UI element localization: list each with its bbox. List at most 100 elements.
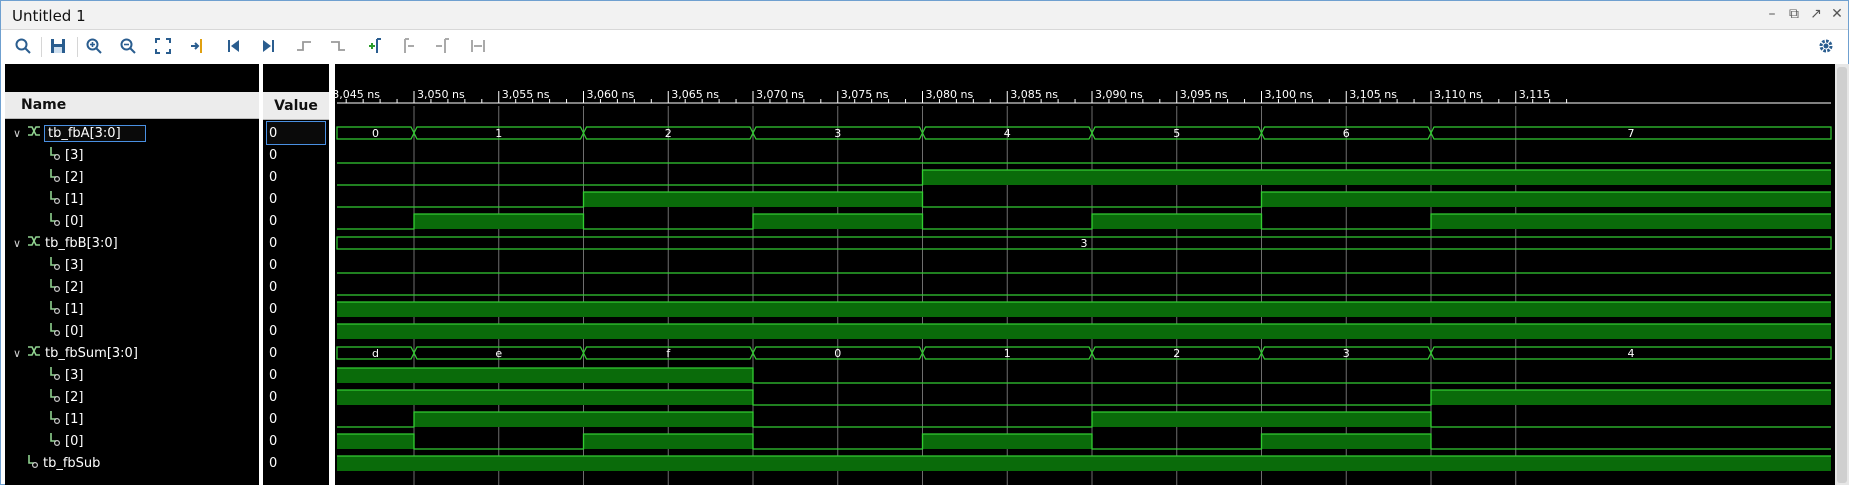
bus-value-label: 0 (834, 347, 841, 360)
waveform-canvas[interactable]: 3,045 ns 3,050 ns 3,055 ns 3,060 ns 3,065 ns… (335, 64, 1835, 485)
signal-row[interactable]: ∨ tb_fbSum[3:0] (13, 342, 138, 364)
bit-high-fill (414, 368, 584, 383)
bus-value-label: 3 (834, 127, 841, 140)
bit-high-fill (1261, 192, 1431, 207)
signal-label: [0] (65, 213, 84, 229)
bus-signal-icon (27, 235, 41, 251)
time-label: 3,070 ns (756, 88, 804, 101)
add-marker-icon[interactable] (361, 34, 387, 58)
signal-row[interactable]: [2] (49, 386, 83, 408)
signal-row[interactable]: [1] (49, 298, 83, 320)
bit-high-fill (414, 390, 584, 405)
go-to-cursor-icon[interactable] (185, 34, 211, 58)
signal-row[interactable]: [3] (49, 144, 83, 166)
signal-label: [2] (65, 169, 84, 185)
signal-value[interactable]: 0 (269, 298, 277, 320)
signal-row[interactable]: [3] (49, 364, 83, 386)
signal-row[interactable]: [0] (49, 210, 83, 232)
zoom-fit-icon[interactable] (150, 34, 176, 58)
bit-signal-icon (49, 278, 61, 296)
swap-cursors-icon[interactable] (465, 34, 491, 58)
signal-value[interactable]: 0 (269, 386, 277, 408)
signal-row[interactable]: [1] (49, 408, 83, 430)
signal-value[interactable]: 0 (269, 210, 277, 232)
signal-value[interactable]: 0 (269, 452, 277, 474)
signal-row[interactable]: [3] (49, 254, 83, 276)
signal-row[interactable]: [1] (49, 188, 83, 210)
bit-high-fill (1431, 214, 1831, 229)
bit-high-fill (337, 390, 414, 405)
next-transition-icon[interactable] (325, 34, 351, 58)
go-to-start-icon[interactable] (221, 34, 247, 58)
save-icon[interactable] (45, 34, 71, 58)
bus-value-label: 3 (1343, 347, 1350, 360)
time-label: 3,105 ns (1349, 88, 1397, 101)
time-label: 3,080 ns (926, 88, 974, 101)
expand-chevron-icon[interactable]: ∨ (13, 127, 27, 140)
expand-chevron-icon[interactable]: ∨ (13, 237, 27, 250)
signal-value[interactable]: 0 (269, 430, 277, 452)
previous-marker-icon[interactable] (395, 34, 421, 58)
signal-label: [0] (65, 323, 84, 339)
bit-high-fill (753, 214, 923, 229)
bit-high-fill (1092, 170, 1262, 185)
signal-row[interactable]: [0] (49, 320, 83, 342)
bit-high-fill (583, 368, 753, 383)
bit-signal-icon (49, 432, 61, 450)
signal-value[interactable]: 0 (269, 144, 277, 166)
expand-chevron-icon[interactable]: ∨ (13, 347, 27, 360)
bit-signal-icon (49, 256, 61, 274)
bit-high-fill (337, 368, 414, 383)
bit-high-fill (1431, 170, 1831, 185)
signal-row[interactable]: [2] (49, 276, 83, 298)
close-icon[interactable]: ✕ (1829, 6, 1845, 22)
signal-value[interactable]: 0 (269, 276, 277, 298)
signal-value-panel: Value 0000000000000000 (263, 64, 329, 485)
bit-signal-icon (49, 190, 61, 208)
signal-value[interactable]: 0 (269, 188, 277, 210)
signal-value[interactable]: 0 (269, 342, 277, 364)
search-icon[interactable] (10, 34, 36, 58)
signal-value[interactable]: 0 (269, 408, 277, 430)
restore-icon[interactable]: ⧉ (1786, 6, 1802, 22)
signal-value[interactable]: 0 (269, 232, 277, 254)
signal-label: [3] (65, 147, 84, 163)
signal-value[interactable]: 0 (269, 254, 277, 276)
bit-signal-icon (49, 388, 61, 406)
bus-value-label: 2 (1173, 347, 1180, 360)
bus-value-label: 4 (1628, 347, 1635, 360)
minimize-icon[interactable]: – (1764, 6, 1780, 22)
bit-high-fill (583, 412, 753, 427)
signal-label: [1] (65, 411, 84, 427)
previous-transition-icon[interactable] (291, 34, 317, 58)
signal-row[interactable]: ∨ tb_fbB[3:0] (13, 232, 118, 254)
signal-row[interactable]: ∨ tb_fbA[3:0] (13, 122, 146, 144)
bus-value-label: 1 (495, 127, 502, 140)
value-column-header[interactable]: Value (263, 92, 329, 120)
bit-high-fill (414, 412, 584, 427)
bit-signal-icon (49, 300, 61, 318)
name-column-header[interactable]: Name (5, 92, 259, 119)
zoom-out-icon[interactable] (115, 34, 141, 58)
signal-value[interactable]: 0 (269, 320, 277, 342)
signal-row[interactable]: [0] (49, 430, 83, 452)
signal-label: tb_fbA[3:0] (44, 124, 146, 142)
bus-value-label: d (372, 347, 379, 360)
time-label: 3,115 (1519, 88, 1551, 101)
next-marker-icon[interactable] (429, 34, 455, 58)
settings-icon[interactable] (1813, 34, 1839, 58)
zoom-in-icon[interactable] (81, 34, 107, 58)
signal-value[interactable]: 0 (269, 364, 277, 386)
signal-row[interactable]: tb_fbSub (27, 452, 100, 474)
time-label: 3,110 ns (1434, 88, 1482, 101)
waveform-window: Untitled 1 – ⧉ ↗ ✕ Name ∨ tb_fbA[3:0] [3… (0, 0, 1849, 485)
maximize-icon[interactable]: ↗ (1808, 6, 1824, 22)
signal-row[interactable]: [2] (49, 166, 83, 188)
go-to-end-icon[interactable] (255, 34, 281, 58)
bus-value-label: 7 (1628, 127, 1635, 140)
scrollbar-thumb[interactable] (1837, 67, 1847, 483)
time-label: 3,050 ns (417, 88, 465, 101)
signal-value[interactable]: 0 (266, 121, 326, 145)
signal-value[interactable]: 0 (269, 166, 277, 188)
bit-high-fill (414, 214, 584, 229)
